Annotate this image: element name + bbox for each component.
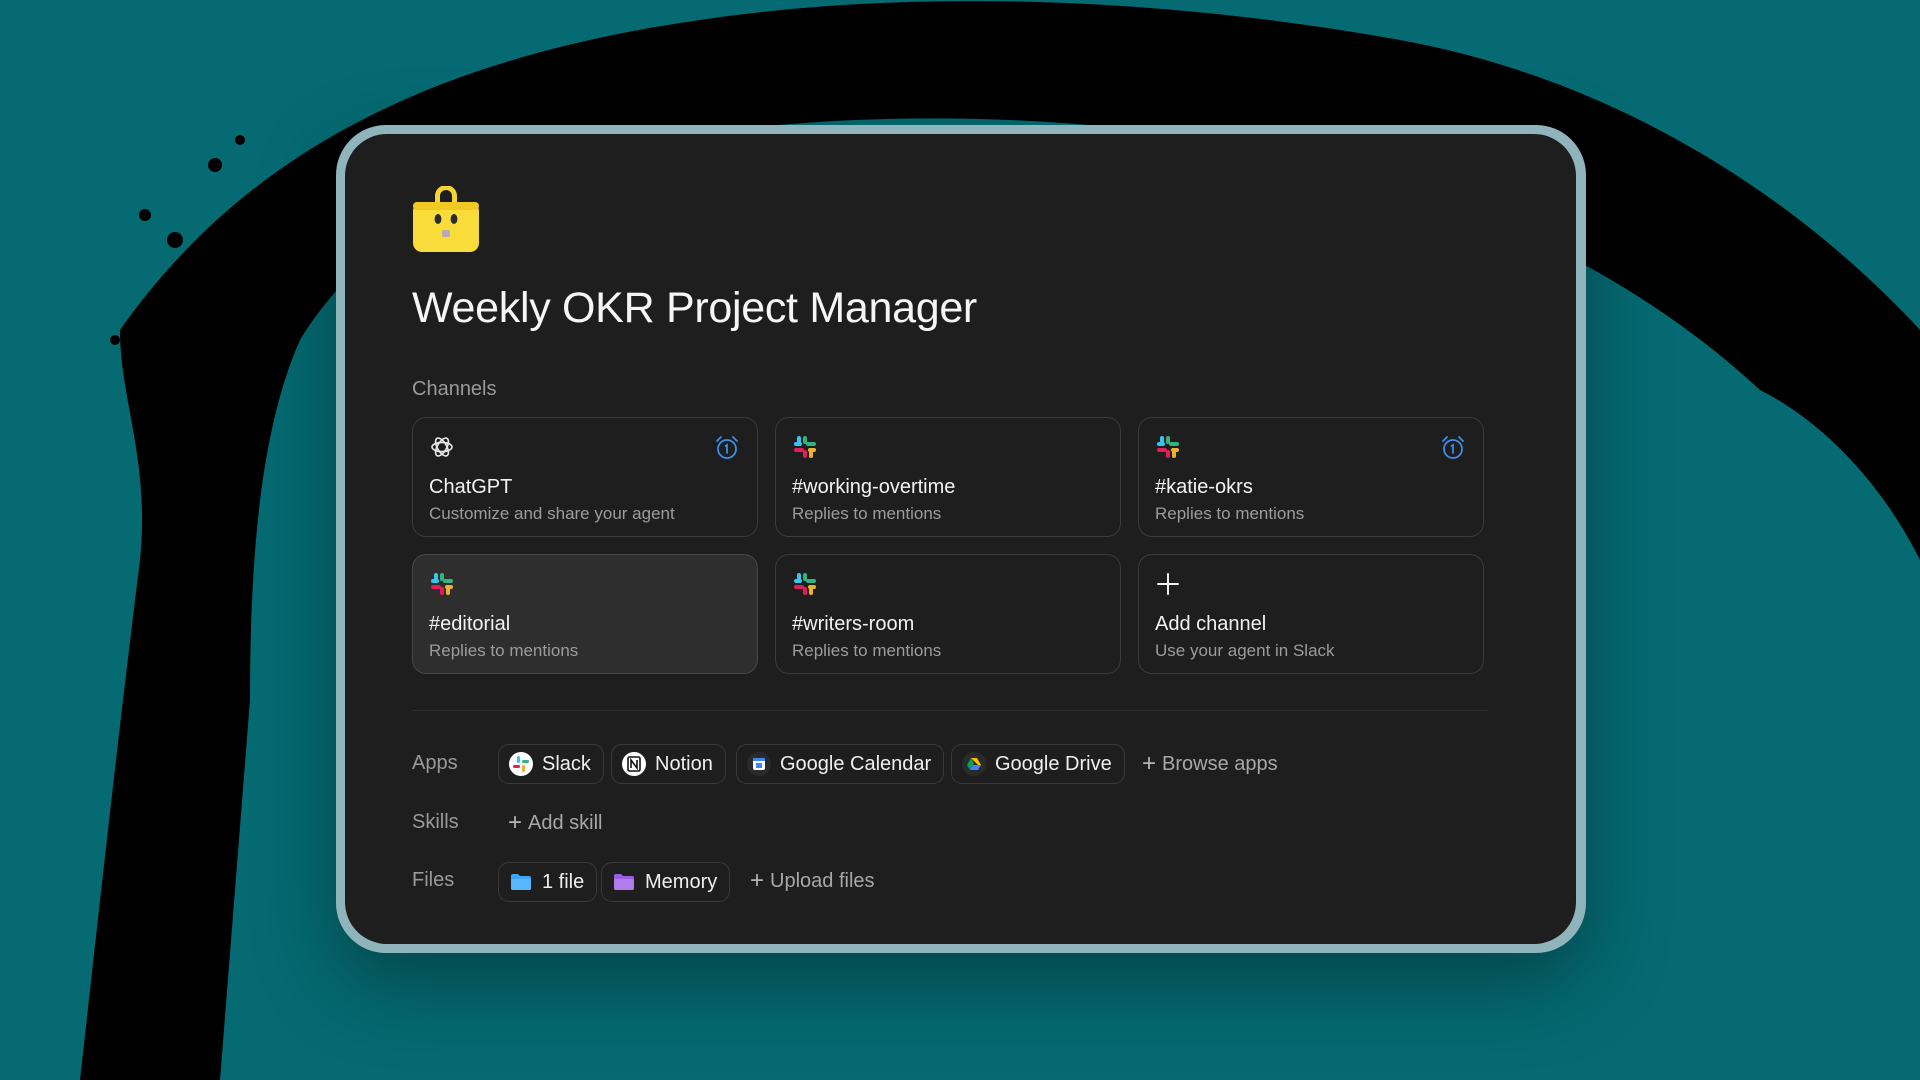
slack-icon <box>431 573 453 595</box>
skills-label: Skills <box>412 811 459 833</box>
plus-icon: + <box>750 867 765 894</box>
channel-subtitle: Replies to mentions <box>792 641 942 660</box>
channel-card-chatgpt[interactable]: ChatGPT Customize and share your agent <box>412 417 758 537</box>
app-pill-slack[interactable]: Slack <box>498 744 604 784</box>
app-name: Notion <box>655 752 713 775</box>
purple-folder-icon <box>614 874 634 890</box>
channel-title: #writers-room <box>792 613 915 635</box>
app-pill-google-calendar[interactable]: Google Calendar <box>736 744 945 784</box>
slack-icon <box>1157 436 1179 458</box>
channel-card-working-overtime[interactable]: #working-overtime Replies to mentions <box>775 417 1121 537</box>
add-skill-label: Add skill <box>528 811 603 834</box>
slack-icon <box>794 573 816 595</box>
toolbox-mascot-icon <box>413 186 479 252</box>
channel-subtitle: Customize and share your agent <box>429 504 675 523</box>
channel-title: #editorial <box>429 613 511 635</box>
section-divider <box>412 710 1488 711</box>
plus-icon: + <box>1142 750 1157 777</box>
channel-card-katie-okrs[interactable]: #katie-okrs Replies to mentions <box>1138 417 1484 537</box>
channel-subtitle: Replies to mentions <box>1155 504 1305 523</box>
add-skill-button[interactable]: + Add skill <box>508 811 603 835</box>
file-name: 1 file <box>542 870 585 893</box>
slack-icon <box>509 752 533 776</box>
channel-card-editorial[interactable]: #editorial Replies to mentions <box>412 554 758 674</box>
openai-icon <box>431 437 453 457</box>
channel-title: #working-overtime <box>792 476 956 498</box>
app-name: Google Drive <box>995 752 1112 775</box>
alarm-clock-icon[interactable] <box>1439 434 1467 462</box>
browse-apps-button[interactable]: + Browse apps <box>1142 752 1278 776</box>
agent-panel: Weekly OKR Project Manager Channels Chat… <box>345 134 1576 944</box>
channel-title: ChatGPT <box>429 476 513 498</box>
notion-icon <box>622 752 646 776</box>
file-pill-1-file[interactable]: 1 file <box>498 862 598 902</box>
google-calendar-icon <box>747 752 771 776</box>
slack-icon <box>794 436 816 458</box>
files-label: Files <box>412 869 455 891</box>
app-pill-google-drive[interactable]: Google Drive <box>951 744 1125 784</box>
browse-apps-label: Browse apps <box>1162 752 1278 775</box>
plus-icon: + <box>508 809 523 836</box>
add-channel-card[interactable]: Add channel Use your agent in Slack <box>1138 554 1484 674</box>
channel-subtitle: Use your agent in Slack <box>1155 641 1335 660</box>
channel-title: #katie-okrs <box>1155 476 1253 498</box>
channel-subtitle: Replies to mentions <box>429 641 579 660</box>
alarm-clock-icon[interactable] <box>713 434 741 462</box>
app-name: Slack <box>542 752 591 775</box>
file-name: Memory <box>645 870 718 893</box>
channel-card-writers-room[interactable]: #writers-room Replies to mentions <box>775 554 1121 674</box>
blue-folder-icon <box>511 874 531 890</box>
upload-files-label: Upload files <box>770 869 875 892</box>
app-name: Google Calendar <box>780 752 932 775</box>
plus-icon <box>1157 573 1179 595</box>
apps-label: Apps <box>412 752 458 774</box>
upload-files-button[interactable]: + Upload files <box>750 869 875 893</box>
channel-title: Add channel <box>1155 613 1267 635</box>
channels-label: Channels <box>412 378 497 400</box>
channel-subtitle: Replies to mentions <box>792 504 942 523</box>
file-pill-memory[interactable]: Memory <box>601 862 731 902</box>
google-drive-icon <box>962 752 986 776</box>
agent-title: Weekly OKR Project Manager <box>412 284 977 332</box>
app-pill-notion[interactable]: Notion <box>611 744 726 784</box>
